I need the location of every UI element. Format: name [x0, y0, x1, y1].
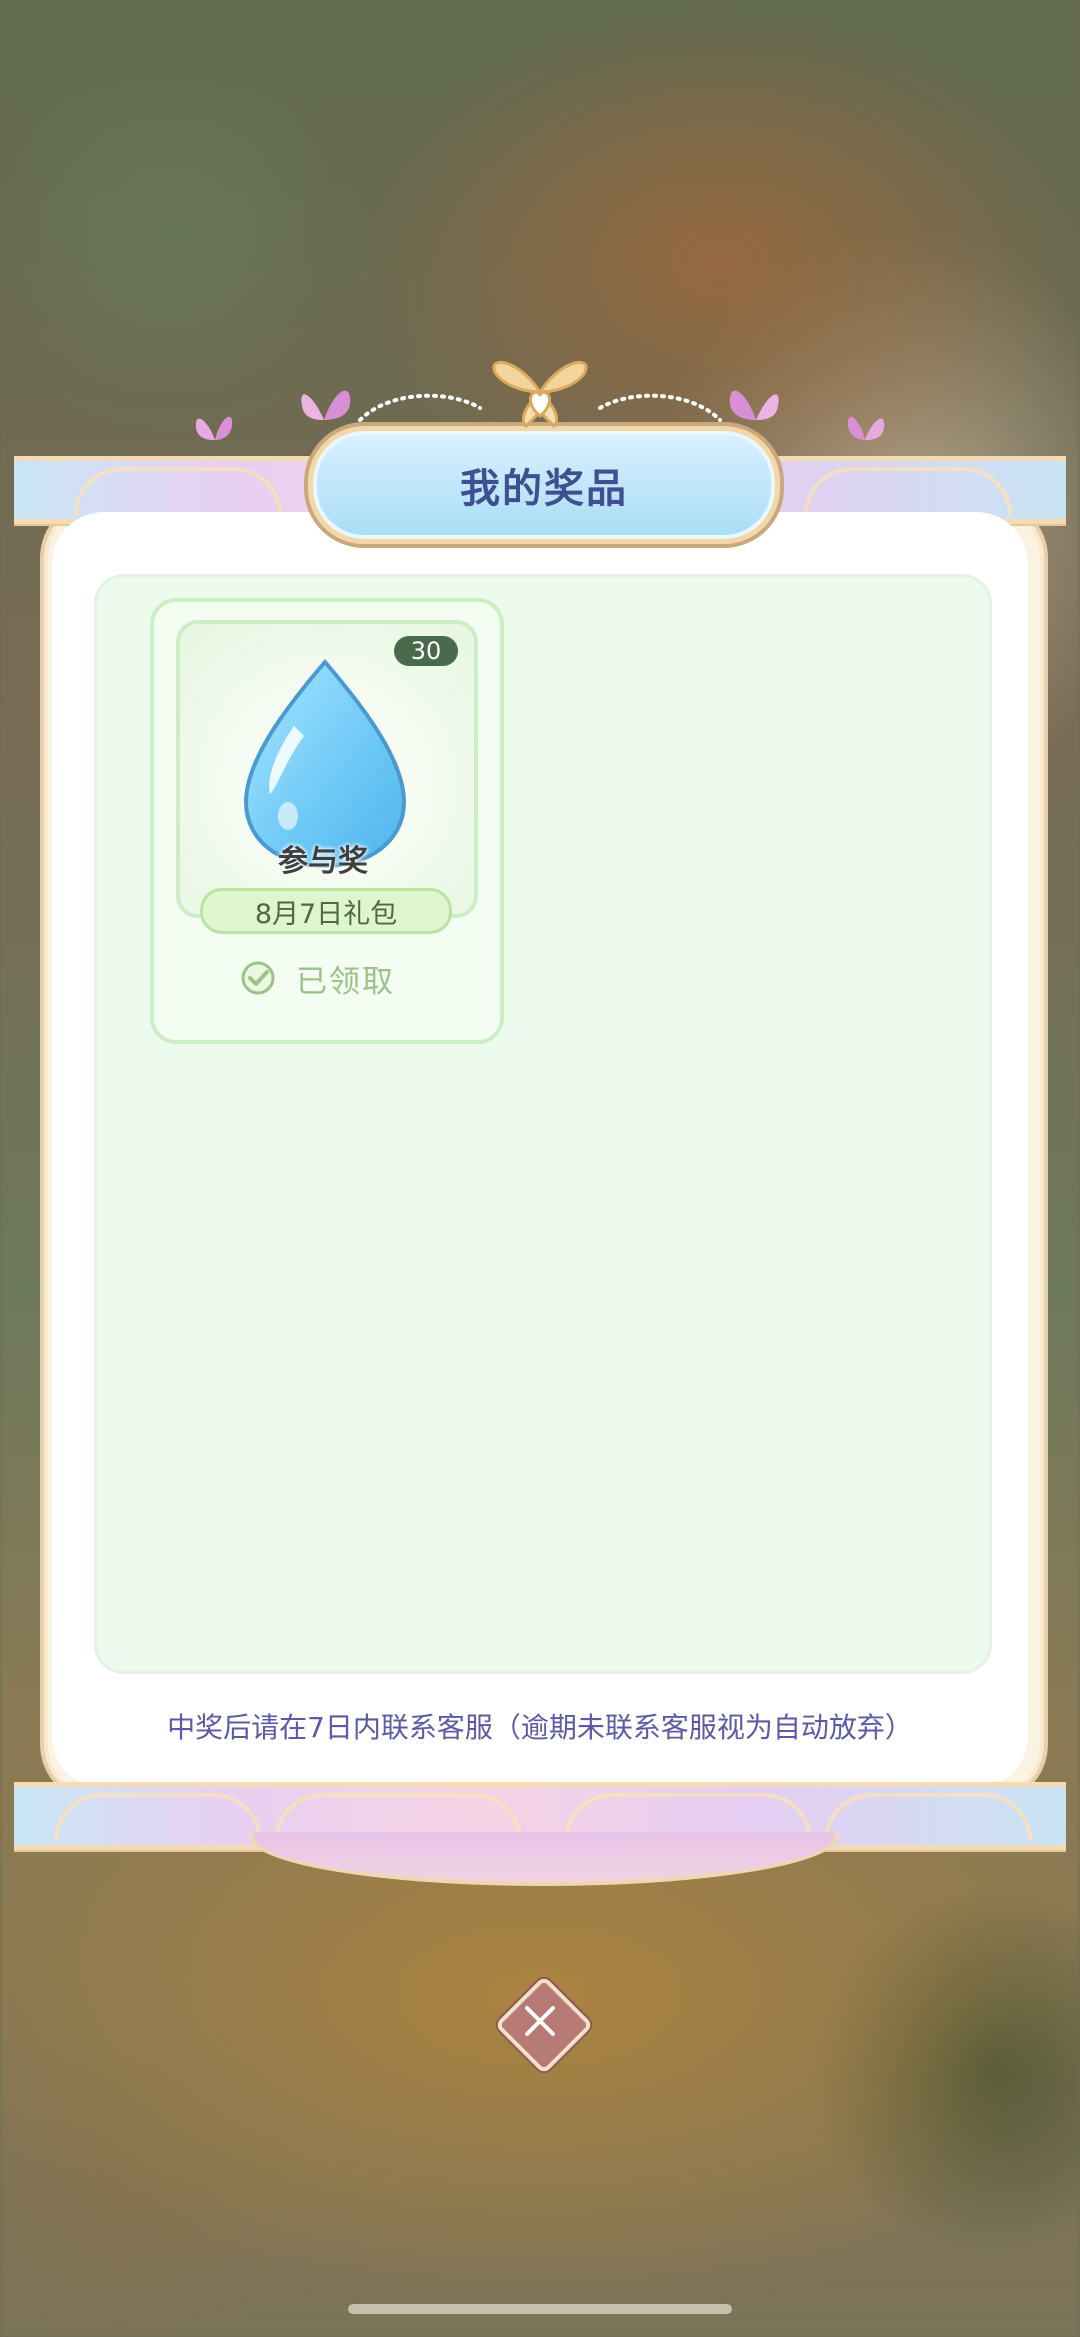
dialog-title-banner: 我的奖品: [308, 391, 780, 544]
contact-note: 中奖后请在7日内联系客服（逾期未联系客服视为自动放弃）: [167, 1711, 913, 1744]
butterfly-icon: [847, 416, 885, 440]
butterfly-icon: [301, 390, 351, 420]
close-icon[interactable]: [505, 1986, 575, 2056]
gift-label-badge: 8月7日礼包: [200, 888, 452, 934]
butterfly-icon: [729, 390, 779, 420]
prize-name: 参与奖: [278, 844, 368, 879]
heart-bow-icon: [492, 361, 588, 429]
claimed-status-text: 已领取: [296, 963, 395, 1000]
home-indicator[interactable]: [348, 2304, 732, 2314]
claimed-status: 已领取: [240, 956, 395, 1000]
butterfly-icon: [195, 416, 233, 440]
quantity-badge: 30: [394, 636, 458, 666]
gift-label: 8月7日礼包: [254, 898, 398, 930]
check-circle-icon: [241, 961, 275, 995]
dialog-title: 我的奖品: [460, 466, 628, 512]
